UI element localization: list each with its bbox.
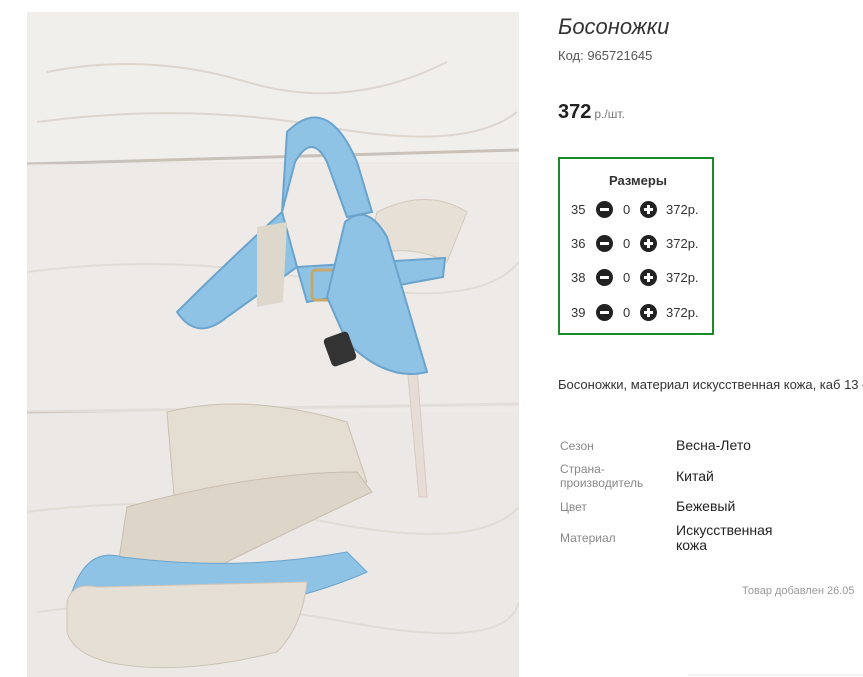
product-description: Босоножки, материал искусственная кожа, … — [558, 377, 863, 392]
sizes-title: Размеры — [609, 173, 667, 188]
minus-icon[interactable] — [596, 201, 613, 218]
size-quantity: 0 — [623, 270, 631, 285]
added-date-note: Товар добавлен 26.05 — [742, 585, 855, 597]
product-photo[interactable] — [27, 12, 519, 677]
price-value: 372 — [558, 101, 592, 123]
size-row: 36 0 372р. — [560, 234, 716, 254]
property-label: Цвет — [560, 500, 587, 514]
size-price: 372р. — [666, 305, 699, 320]
plus-icon[interactable] — [640, 269, 657, 286]
size-row: 35 0 372р. — [560, 200, 716, 220]
size-quantity: 0 — [623, 202, 631, 217]
property-value: Китай — [676, 468, 714, 484]
size-number: 36 — [571, 236, 586, 251]
size-row: 39 0 372р. — [560, 303, 716, 323]
sizes-panel: Размеры 35 0 372р. 36 0 372р. 38 0 372р.… — [558, 157, 714, 335]
size-price: 372р. — [666, 236, 699, 251]
size-quantity: 0 — [623, 236, 631, 251]
minus-icon[interactable] — [596, 235, 613, 252]
minus-icon[interactable] — [596, 269, 613, 286]
product-code: Код: 965721645 — [558, 48, 653, 63]
size-quantity: 0 — [623, 305, 631, 320]
property-value: Искусственная кожа — [676, 522, 773, 553]
size-row: 38 0 372р. — [560, 268, 716, 288]
minus-icon[interactable] — [596, 304, 613, 321]
product-price: 372 р./шт. — [558, 101, 625, 124]
plus-icon[interactable] — [640, 201, 657, 218]
size-number: 38 — [571, 270, 586, 285]
divider — [688, 674, 863, 676]
product-title: Босоножки — [558, 14, 670, 39]
sandal-image — [27, 12, 519, 677]
size-price: 372р. — [666, 202, 699, 217]
price-unit: р./шт. — [594, 107, 625, 121]
property-label: Страна-производитель — [560, 462, 644, 490]
property-value: Бежевый — [676, 498, 736, 514]
property-label: Сезон — [560, 439, 594, 453]
product-info: Босоножки Код: 965721645 372 р./шт. Разме… — [558, 0, 863, 677]
size-number: 39 — [571, 305, 586, 320]
property-label: Материал — [560, 531, 616, 545]
size-price: 372р. — [666, 270, 699, 285]
size-number: 35 — [571, 202, 586, 217]
property-value: Весна-Лето — [676, 437, 751, 453]
plus-icon[interactable] — [640, 235, 657, 252]
plus-icon[interactable] — [640, 304, 657, 321]
